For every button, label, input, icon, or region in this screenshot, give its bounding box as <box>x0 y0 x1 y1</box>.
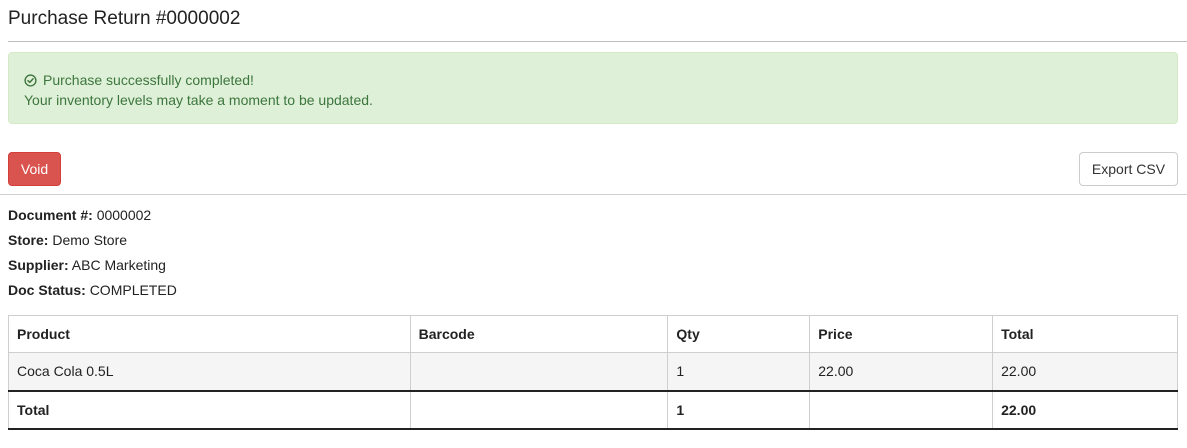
alert-line-2: Your inventory levels may take a moment … <box>24 90 1162 110</box>
store-value: Demo Store <box>52 232 128 248</box>
total-barcode <box>409 389 669 430</box>
store-label: Store: <box>8 232 49 248</box>
check-circle-icon <box>24 73 37 87</box>
cell-total: 22.00 <box>992 352 1178 391</box>
table-row: Coca Cola 0.5L 1 22.00 22.00 <box>8 352 1178 391</box>
document-number-row: Document #: 0000002 <box>8 205 508 230</box>
page-header: Purchase Return #0000002 <box>8 7 1187 42</box>
column-header-price: Price <box>809 315 994 353</box>
cell-product: Coca Cola 0.5L <box>8 352 411 391</box>
cell-qty: 1 <box>667 352 811 391</box>
total-label: Total <box>8 389 411 430</box>
column-header-qty: Qty <box>667 315 811 353</box>
items-table: Product Barcode Qty Price Total Coca Col… <box>8 315 1178 430</box>
supplier-value: ABC Marketing <box>71 257 166 273</box>
table-total-row: Total 1 22.00 <box>8 389 1178 430</box>
alert-line-1: Purchase successfully completed! <box>24 70 1162 90</box>
alert-message: Purchase successfully completed! <box>43 72 254 88</box>
supplier-label: Supplier: <box>8 257 69 273</box>
column-header-barcode: Barcode <box>409 315 669 353</box>
supplier-row: Supplier: ABC Marketing <box>8 255 508 280</box>
page-title: Purchase Return #0000002 <box>8 8 241 29</box>
document-number-value: 0000002 <box>96 207 152 223</box>
column-header-total: Total <box>992 315 1178 353</box>
column-header-product: Product <box>8 315 411 353</box>
document-details: Document #: 0000002 Store: Demo Store Su… <box>8 205 508 305</box>
total-amount: 22.00 <box>992 389 1178 430</box>
table-header-row: Product Barcode Qty Price Total <box>8 315 1178 353</box>
store-row: Store: Demo Store <box>8 230 508 255</box>
void-button[interactable]: Void <box>8 152 61 186</box>
export-csv-button[interactable]: Export CSV <box>1079 152 1178 186</box>
doc-status-value: COMPLETED <box>89 282 177 298</box>
doc-status-label: Doc Status: <box>8 282 86 298</box>
document-number-label: Document #: <box>8 207 93 223</box>
divider <box>0 194 1187 195</box>
alert-submessage: Your inventory levels may take a moment … <box>24 92 373 108</box>
cell-price: 22.00 <box>809 352 994 391</box>
total-price <box>809 389 994 430</box>
cell-barcode <box>409 352 669 391</box>
doc-status-row: Doc Status: COMPLETED <box>8 280 508 305</box>
success-alert: Purchase successfully completed! Your in… <box>8 52 1178 124</box>
total-qty: 1 <box>667 389 811 430</box>
